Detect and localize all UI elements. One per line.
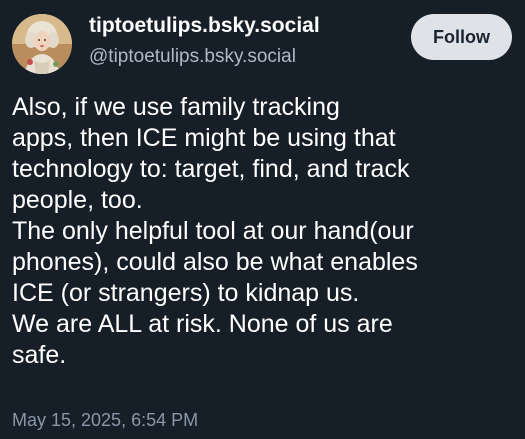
post-timestamp[interactable]: May 15, 2025, 6:54 PM <box>12 410 198 431</box>
post-card: tiptoetulips.bsky.social @tiptoetulips.b… <box>0 0 525 439</box>
post-text-line: We are ALL at risk. None of us are <box>12 310 393 338</box>
author-handle[interactable]: @tiptoetulips.bsky.social <box>89 46 296 68</box>
post-text-line: technology to: target, find, and track <box>12 155 410 183</box>
post-text-line: people, too. <box>12 186 143 214</box>
post-text-line: apps, then ICE might be using that <box>12 124 396 152</box>
post-text-line: Also, if we use family tracking <box>12 93 340 121</box>
post-text-line: The only helpful tool at our hand(our <box>12 217 414 245</box>
follow-button[interactable]: Follow <box>411 14 512 60</box>
author-display-name[interactable]: tiptoetulips.bsky.social <box>89 14 320 38</box>
post-text-line: phones), could also be what enables <box>12 248 418 276</box>
post-text-line: safe. <box>12 341 67 369</box>
avatar[interactable] <box>12 14 72 74</box>
post-text: Also, if we use family tracking apps, th… <box>12 92 517 371</box>
portrait-avatar-icon <box>12 14 72 74</box>
post-text-line: ICE (or strangers) to kidnap us. <box>12 279 360 307</box>
